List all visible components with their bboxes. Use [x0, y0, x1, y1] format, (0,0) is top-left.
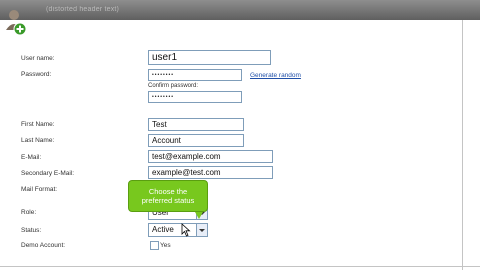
- generate-random-link[interactable]: Generate random: [250, 72, 301, 79]
- secondary-email-label: Secondary E-Mail:: [21, 170, 75, 177]
- confirm-password-label: Confirm password:: [148, 83, 199, 89]
- tooltip-line-2: preferred status: [141, 196, 195, 205]
- first-name-label: First Name:: [21, 121, 55, 128]
- email-label: E-Mail:: [21, 154, 42, 161]
- chevron-down-icon[interactable]: [196, 224, 207, 236]
- status-tooltip: Choose the preferred status: [128, 180, 208, 219]
- window-header: (distorted header text): [0, 0, 480, 20]
- mail-format-label: Mail Format:: [21, 186, 58, 193]
- demo-account-yes-label: Yes: [160, 242, 171, 249]
- tooltip-line-1: Choose the: [148, 187, 188, 196]
- user-name-label: User name:: [21, 55, 55, 62]
- user-add-icon[interactable]: [4, 6, 28, 36]
- status-value: Active: [152, 225, 174, 234]
- status-select[interactable]: Active: [148, 223, 208, 237]
- demo-account-label: Demo Account:: [21, 242, 66, 249]
- first-name-input[interactable]: Test: [148, 118, 244, 131]
- demo-account-checkbox[interactable]: [150, 241, 159, 250]
- email-input[interactable]: test@example.com: [148, 150, 273, 163]
- secondary-email-input[interactable]: example@test.com: [148, 166, 273, 179]
- status-label: Status:: [21, 227, 42, 234]
- frame-bottom-border: [0, 266, 480, 267]
- header-title: (distorted header text): [46, 6, 120, 13]
- last-name-input[interactable]: Account: [148, 134, 244, 147]
- password-input[interactable]: ••••••••: [148, 69, 242, 81]
- password-label: Password:: [21, 71, 52, 78]
- confirm-password-input[interactable]: ••••••••: [148, 91, 242, 103]
- user-name-input[interactable]: user1: [148, 50, 271, 65]
- frame-right-border: [462, 20, 463, 270]
- last-name-label: Last Name:: [21, 137, 55, 144]
- mouse-cursor-icon: [181, 223, 191, 237]
- role-label: Role:: [21, 209, 37, 216]
